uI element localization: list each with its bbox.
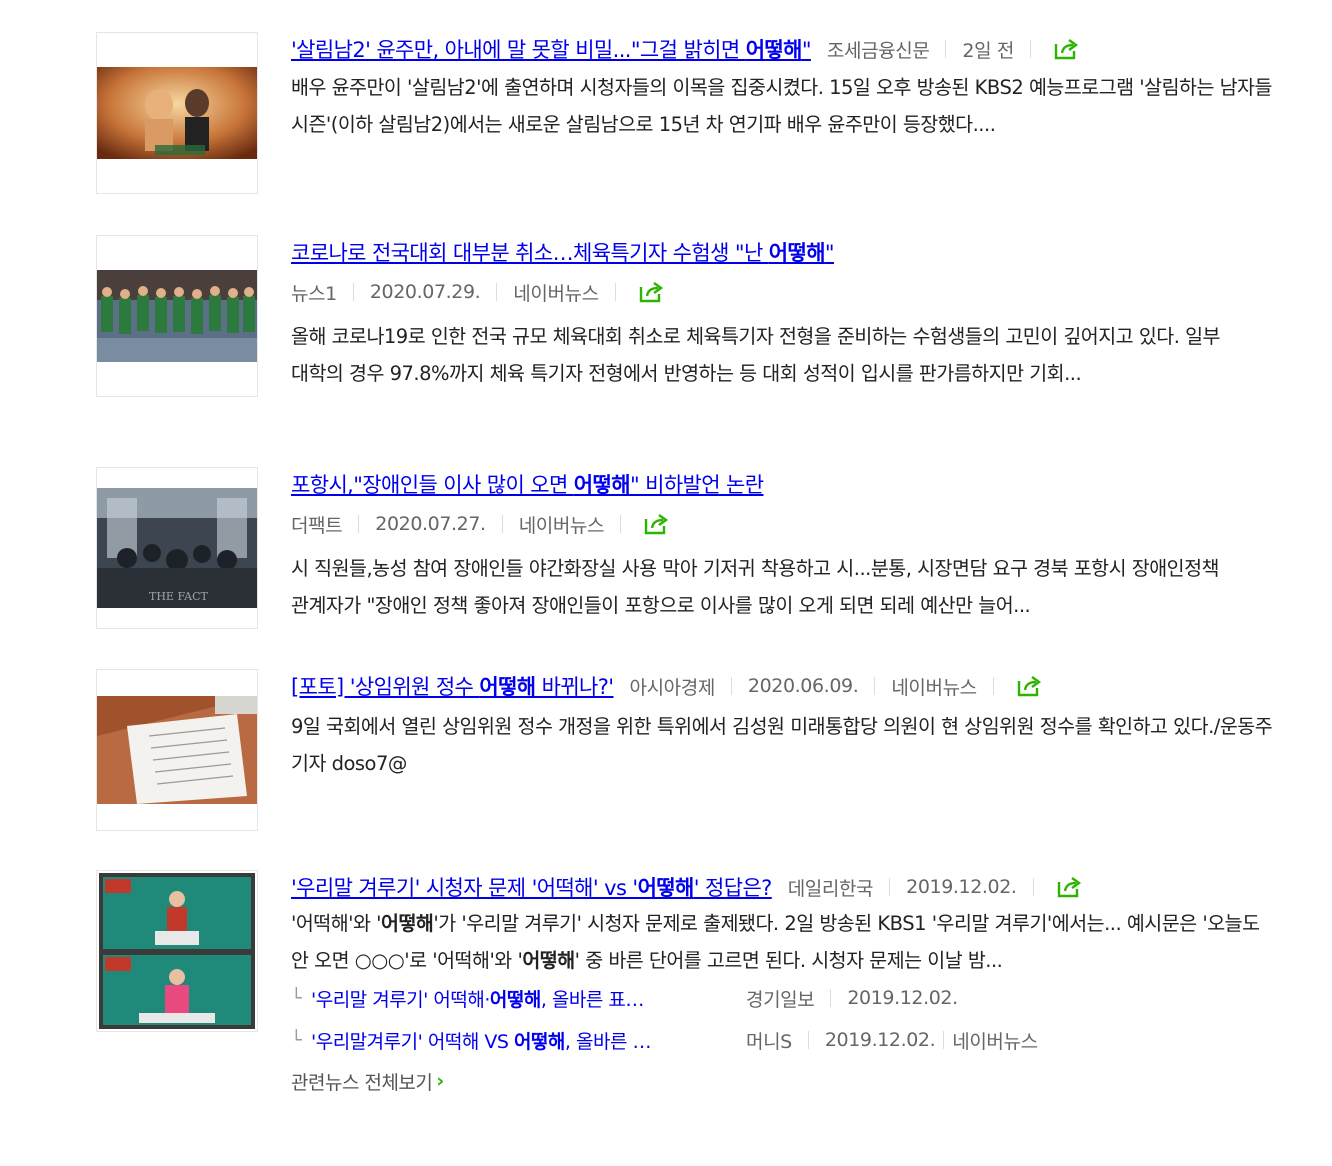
related-news-title-link[interactable]: '우리말겨루기' 어떡해 VS 어떻해, 올바른 …: [311, 1027, 746, 1054]
reply-arrow-icon: └: [291, 987, 302, 1009]
press-name[interactable]: 머니S: [746, 1027, 792, 1054]
more-label: 관련뉴스 전체보기: [291, 1071, 433, 1094]
news-title-link[interactable]: 포항시,"장애인들 이사 많이 오면 어떻해" 비하발언 논란: [291, 469, 764, 499]
divider: [496, 283, 498, 301]
share-icon[interactable]: [1053, 37, 1081, 61]
divider: [889, 878, 891, 896]
related-news-2: └ '우리말겨루기' 어떡해 VS 어떻해, 올바른 … 머니S 2019.12…: [291, 1019, 1276, 1061]
news-description: 올해 코로나19로 인한 전국 규모 체육대회 취소로 체육특기자 전형을 준비…: [291, 325, 1220, 385]
reply-arrow-icon: └: [291, 1029, 302, 1051]
chevron-right-icon: ›: [436, 1070, 444, 1092]
related-news-all-link[interactable]: 관련뉴스 전체보기 ›: [291, 1061, 1276, 1101]
press-name[interactable]: 경기일보: [746, 985, 815, 1012]
protest-photo-icon: THE FACT: [97, 488, 257, 608]
divider: [874, 677, 876, 695]
news-title-link[interactable]: [포토] '상임위원 정수 어떻해 바뀌나?': [291, 671, 614, 701]
related-news-title-link[interactable]: '우리말 겨루기' 어떡해·어떻해, 올바른 표…: [311, 985, 746, 1012]
news-title-link[interactable]: '우리말 겨루기' 시청자 문제 '어떡해' vs '어떻해' 정답은?: [291, 872, 772, 902]
share-icon[interactable]: [643, 512, 671, 536]
divider: [730, 677, 732, 695]
desc-text: '어떡해'와 ': [291, 912, 382, 935]
naver-news-link[interactable]: 네이버뉴스: [513, 279, 599, 306]
keyword-highlight: 어떻해: [522, 949, 575, 972]
news-title-link[interactable]: 코로나로 전국대회 대부분 취소…체육특기자 수험생 "난 어떻해": [291, 237, 835, 267]
divider: [992, 677, 994, 695]
document-photo-icon: [97, 696, 257, 804]
news-date: 2020.06.09.: [747, 675, 859, 697]
news-date: 2020.07.29.: [369, 281, 481, 303]
naver-news-link[interactable]: 네이버뉴스: [891, 673, 977, 700]
news-description: 9일 국회에서 열린 상임위원 정수 개정을 위한 특위에서 김성원 미래통합당…: [291, 715, 1273, 775]
press-name[interactable]: 데일리한국: [788, 874, 874, 901]
divider: [358, 515, 360, 533]
divider: [352, 283, 354, 301]
news-title-link[interactable]: '살림남2' 윤주만, 아내에 말 못할 비밀..."그걸 밝히면 어떻해": [291, 34, 812, 64]
related-news-1: └ '우리말 겨루기' 어떡해·어떻해, 올바른 표… 경기일보 2019.12…: [291, 977, 1276, 1019]
share-icon[interactable]: [1016, 674, 1044, 698]
press-name[interactable]: 조세금융신문: [827, 36, 930, 63]
news-thumbnail[interactable]: THE FACT: [96, 467, 258, 629]
naver-news-link[interactable]: 네이버뉴스: [952, 1027, 1038, 1054]
news-description: 시 직원들,농성 참여 장애인들 야간화장실 사용 막아 기저귀 착용하고 시.…: [291, 557, 1219, 617]
news-date: 2019.12.02.: [824, 1029, 936, 1051]
divider: [945, 40, 947, 58]
desc-text: ' 중 바른 단어를 고르면 된다. 시청자 문제는 이날 밤...: [574, 949, 1003, 972]
divider: [807, 1031, 809, 1049]
news-description: 배우 윤주만이 '살림남2'에 출연하며 시청자들의 이목을 집중시켰다. 15…: [291, 76, 1272, 136]
divider: [943, 1031, 945, 1049]
news-thumbnail[interactable]: [96, 235, 258, 397]
news-date: 2020.07.27.: [375, 513, 486, 535]
thumbnail-watermark: THE FACT: [149, 590, 208, 603]
tv-show-photo-icon: [97, 67, 257, 159]
share-icon[interactable]: [638, 280, 666, 304]
news-description: '어떡해'와 '어떻해'가 '우리말 겨루기' 시청자 문제로 출제됐다. 2일…: [291, 905, 1276, 979]
keyword-highlight: 어떻해: [381, 912, 434, 935]
press-name[interactable]: 아시아경제: [630, 673, 716, 700]
share-icon[interactable]: [1056, 875, 1084, 899]
press-name[interactable]: 더팩트: [291, 511, 343, 538]
divider: [1029, 40, 1031, 58]
divider: [501, 515, 503, 533]
divider: [830, 989, 832, 1007]
divider: [614, 283, 616, 301]
news-date: 2019.12.02.: [847, 987, 958, 1009]
marathon-photo-icon: [97, 270, 257, 362]
news-thumbnail[interactable]: [96, 32, 258, 194]
news-date: 2019.12.02.: [906, 876, 1017, 898]
quiz-show-photo-icon: [99, 873, 255, 1029]
news-thumbnail[interactable]: [96, 669, 258, 831]
naver-news-link[interactable]: 네이버뉴스: [519, 511, 605, 538]
divider: [620, 515, 622, 533]
news-thumbnail[interactable]: [96, 870, 258, 1032]
divider: [1032, 878, 1034, 896]
news-date: 2일 전: [962, 39, 1014, 62]
press-name[interactable]: 뉴스1: [291, 279, 337, 306]
